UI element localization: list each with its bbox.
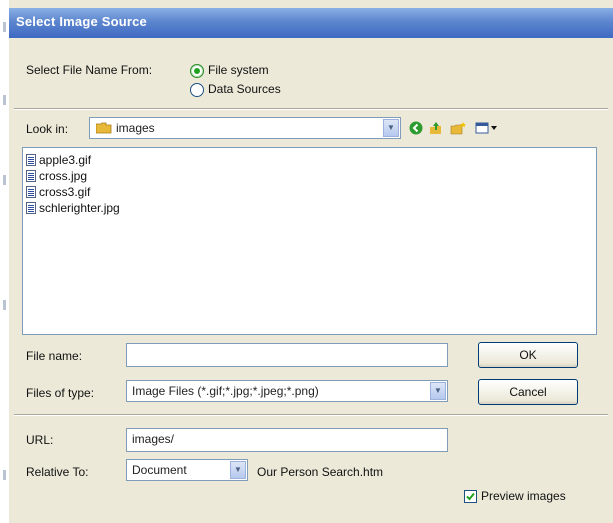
chevron-down-icon[interactable]: ▼ <box>230 461 246 479</box>
file-icon <box>26 201 36 214</box>
look-in-combo[interactable]: images ▼ <box>89 117 401 139</box>
view-menu-icon[interactable] <box>475 120 499 136</box>
look-in-label: Look in: <box>26 122 69 136</box>
data-sources-radio[interactable] <box>190 83 204 97</box>
ok-button[interactable]: OK <box>478 342 578 368</box>
file-name: schlerighter.jpg <box>39 200 120 215</box>
file-system-label[interactable]: File system <box>208 63 269 77</box>
file-icon <box>26 185 36 198</box>
files-of-type-label: Files of type: <box>26 386 95 400</box>
separator <box>14 414 608 416</box>
folder-icon <box>96 122 112 134</box>
file-name: cross.jpg <box>39 168 88 183</box>
chevron-down-icon[interactable]: ▼ <box>430 382 446 400</box>
select-image-source-dialog: Select Image Source Select File Name Fro… <box>9 0 613 523</box>
files-of-type-select[interactable]: Image Files (*.gif;*.jpg;*.jpeg;*.png) ▼ <box>126 380 448 402</box>
data-sources-label[interactable]: Data Sources <box>208 82 281 96</box>
file-system-radio[interactable] <box>190 64 204 78</box>
preview-images-checkbox[interactable] <box>464 490 477 503</box>
url-label: URL: <box>26 433 54 447</box>
file-name: apple3.gif <box>39 152 92 167</box>
relative-to-hint: Our Person Search.htm <box>257 465 384 479</box>
new-folder-icon[interactable] <box>450 120 466 136</box>
relative-to-value: Document <box>132 463 187 477</box>
list-item[interactable]: apple3.gif <box>26 152 91 167</box>
file-icon <box>26 169 36 182</box>
files-of-type-value: Image Files (*.gif;*.jpg;*.jpeg;*.png) <box>132 384 319 398</box>
url-field[interactable]: images/ <box>126 428 448 452</box>
relative-to-select[interactable]: Document ▼ <box>126 459 248 481</box>
file-name-field[interactable] <box>126 343 448 367</box>
back-icon[interactable] <box>408 120 424 136</box>
select-from-label: Select File Name From: <box>26 63 153 77</box>
file-name: cross3.gif <box>39 184 91 199</box>
list-item[interactable]: cross.jpg <box>26 168 87 183</box>
preview-images-label[interactable]: Preview images <box>481 489 566 503</box>
dialog-title: Select Image Source <box>16 14 147 29</box>
title-bar[interactable]: Select Image Source <box>9 8 613 38</box>
chevron-down-icon[interactable]: ▼ <box>383 119 399 137</box>
list-item[interactable]: schlerighter.jpg <box>26 200 120 215</box>
file-list[interactable]: apple3.gif cross.jpg cross3.gif schlerig… <box>22 147 597 335</box>
separator <box>14 108 608 110</box>
url-value: images/ <box>132 432 175 446</box>
background-window-edge <box>0 0 9 523</box>
list-item[interactable]: cross3.gif <box>26 184 90 199</box>
cancel-button[interactable]: Cancel <box>478 379 578 405</box>
checkmark-icon <box>466 492 475 501</box>
up-folder-icon[interactable] <box>428 120 444 136</box>
file-icon <box>26 153 36 166</box>
relative-to-label: Relative To: <box>26 465 89 479</box>
look-in-value: images <box>116 121 155 135</box>
file-name-label: File name: <box>26 349 83 363</box>
